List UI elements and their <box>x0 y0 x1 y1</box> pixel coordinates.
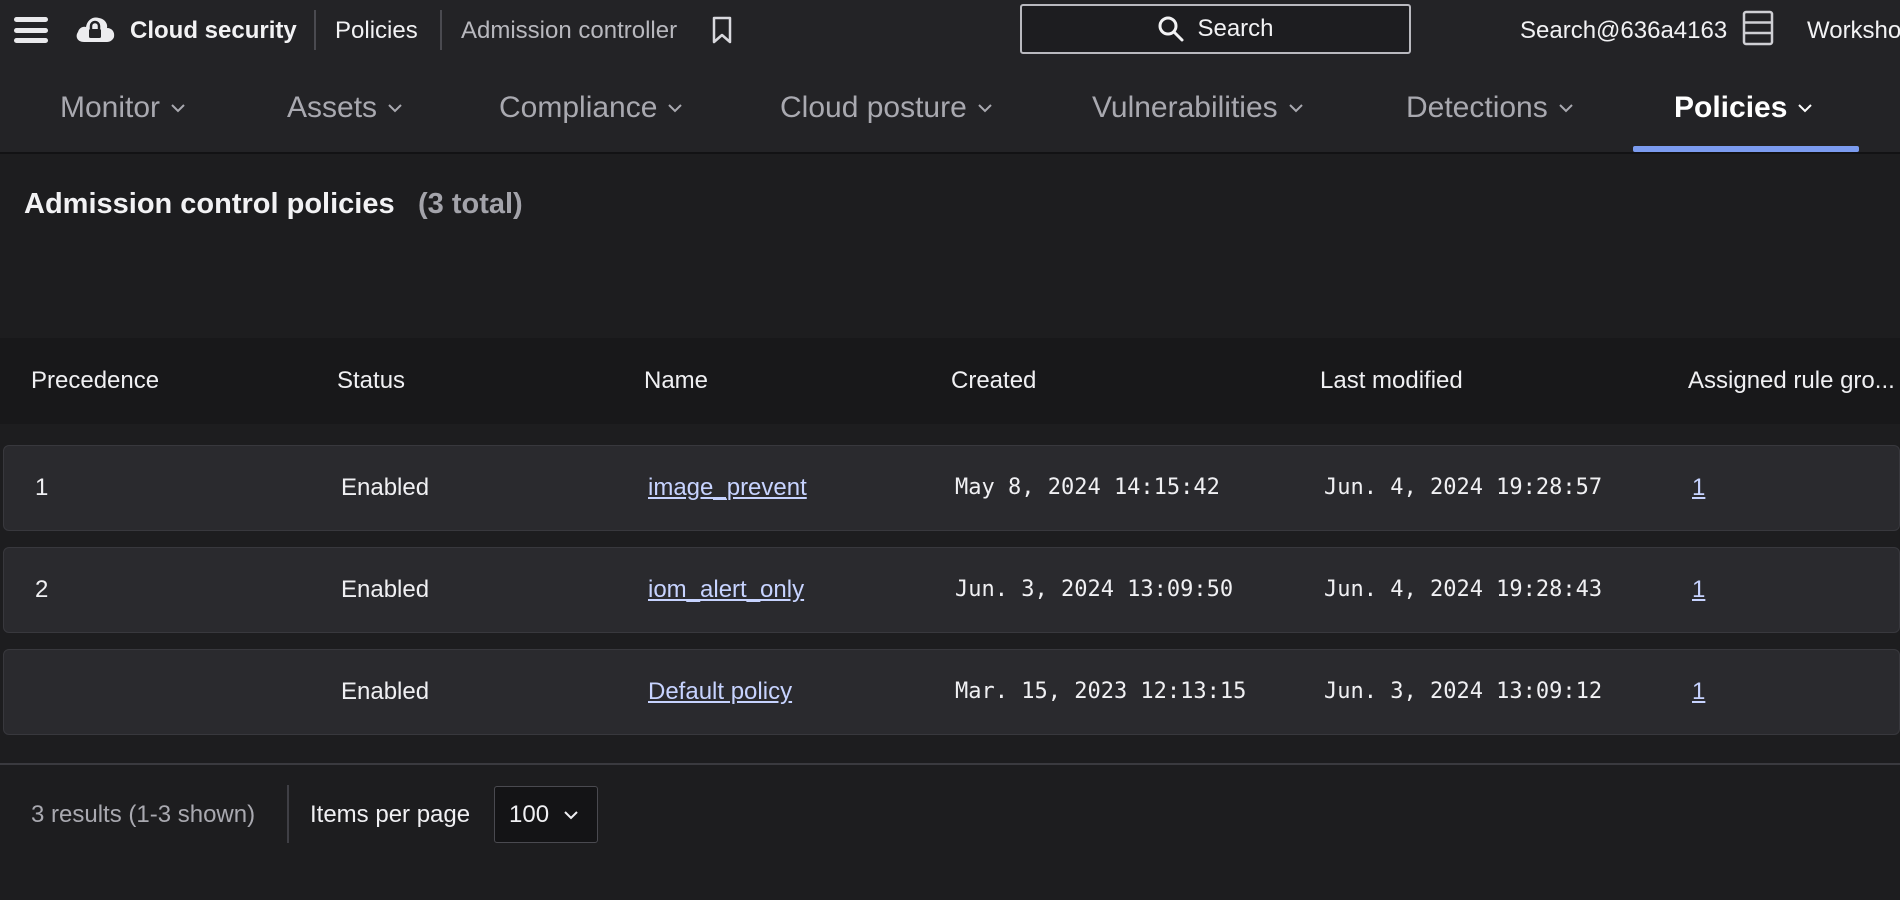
app-title[interactable]: Cloud security <box>130 17 297 45</box>
cell-last-modified: Jun. 3, 2024 13:09:12 <box>1324 679 1603 704</box>
nav-detections[interactable]: Detections <box>1406 62 1574 154</box>
cell-precedence: 2 <box>35 576 49 603</box>
items-per-page-value: 100 <box>509 800 550 828</box>
page-title: Admission control policies <box>24 188 395 220</box>
cell-created: Mar. 15, 2023 12:13:15 <box>955 679 1247 704</box>
cell-precedence: 1 <box>35 474 49 501</box>
bookmark-icon[interactable] <box>710 15 734 45</box>
search-button[interactable]: Search <box>1020 4 1411 54</box>
cell-status: Enabled <box>341 678 430 705</box>
assigned-rule-groups-link[interactable]: 1 <box>1692 678 1705 705</box>
cell-created: Jun. 3, 2024 13:09:50 <box>955 577 1234 602</box>
search-icon <box>1158 16 1184 42</box>
policy-name-link[interactable]: Default policy <box>648 678 792 705</box>
top-bar: Cloud security Policies Admission contro… <box>0 0 1900 62</box>
breadcrumb-separator <box>440 10 442 50</box>
chevron-down-icon <box>1288 104 1303 113</box>
assigned-rule-groups-link[interactable]: 1 <box>1692 576 1705 603</box>
menu-icon[interactable] <box>12 13 50 47</box>
nav-monitor[interactable]: Monitor <box>60 62 186 154</box>
breadcrumb-admission-controller: Admission controller <box>461 17 678 44</box>
main-nav: Monitor Assets Compliance Cloud posture … <box>0 62 1900 154</box>
workspace-label[interactable]: Worksho <box>1807 17 1900 45</box>
server-icon[interactable] <box>1741 10 1775 46</box>
chevron-down-icon <box>978 104 992 113</box>
nav-compliance[interactable]: Compliance <box>499 62 683 154</box>
breadcrumb-separator <box>314 10 316 50</box>
table-row[interactable]: 1 Enabled image_prevent May 8, 2024 14:1… <box>3 445 1900 531</box>
results-summary: 3 results (1-3 shown) <box>31 801 256 828</box>
search-label: Search <box>1197 15 1274 42</box>
footer-separator <box>287 785 289 843</box>
nav-assets-label: Assets <box>287 91 378 124</box>
column-last-modified[interactable]: Last modified <box>1320 338 1463 424</box>
total-count: (3 total) <box>418 188 523 220</box>
table-divider <box>0 763 1900 765</box>
active-tab-indicator <box>1633 146 1859 152</box>
column-name[interactable]: Name <box>644 338 708 424</box>
nav-assets[interactable]: Assets <box>287 62 403 154</box>
nav-cloud-posture[interactable]: Cloud posture <box>780 62 993 154</box>
table-row[interactable]: 2 Enabled iom_alert_only Jun. 3, 2024 13… <box>3 547 1900 633</box>
chevron-down-icon <box>564 810 578 819</box>
chevron-down-icon <box>388 104 402 113</box>
nav-vulnerabilities[interactable]: Vulnerabilities <box>1092 62 1304 154</box>
nav-policies[interactable]: Policies <box>1674 62 1813 154</box>
cell-last-modified: Jun. 4, 2024 19:28:57 <box>1324 475 1603 500</box>
policy-name-link[interactable]: iom_alert_only <box>648 576 804 603</box>
table-row[interactable]: Enabled Default policy Mar. 15, 2023 12:… <box>3 649 1900 735</box>
nav-vulnerabilities-label: Vulnerabilities <box>1092 91 1278 124</box>
table-header: Precedence Status Name Created Last modi… <box>0 338 1900 424</box>
nav-detections-label: Detections <box>1406 91 1548 124</box>
column-precedence[interactable]: Precedence <box>31 338 159 424</box>
column-assigned-rule-groups[interactable]: Assigned rule gro... <box>1688 338 1895 424</box>
chevron-down-icon <box>1798 104 1813 113</box>
nav-cloud-posture-label: Cloud posture <box>780 91 967 124</box>
items-per-page-select[interactable]: 100 <box>494 786 598 843</box>
nav-policies-label: Policies <box>1674 91 1788 124</box>
cell-last-modified: Jun. 4, 2024 19:28:43 <box>1324 577 1603 602</box>
nav-compliance-label: Compliance <box>499 91 658 124</box>
policy-name-link[interactable]: image_prevent <box>648 474 807 501</box>
account-name[interactable]: Search@636a4163 <box>1520 17 1727 45</box>
nav-monitor-label: Monitor <box>60 91 161 124</box>
chevron-down-icon <box>1559 104 1573 113</box>
column-status[interactable]: Status <box>337 338 405 424</box>
items-per-page-label: Items per page <box>310 801 471 828</box>
chevron-down-icon <box>668 104 683 113</box>
cell-status: Enabled <box>341 474 430 501</box>
chevron-down-icon <box>171 104 185 113</box>
cell-created: May 8, 2024 14:15:42 <box>955 475 1220 500</box>
breadcrumb-policies[interactable]: Policies <box>335 17 418 45</box>
cloud-lock-icon <box>76 17 115 42</box>
assigned-rule-groups-link[interactable]: 1 <box>1692 474 1705 501</box>
column-created[interactable]: Created <box>951 338 1036 424</box>
cell-status: Enabled <box>341 576 430 603</box>
